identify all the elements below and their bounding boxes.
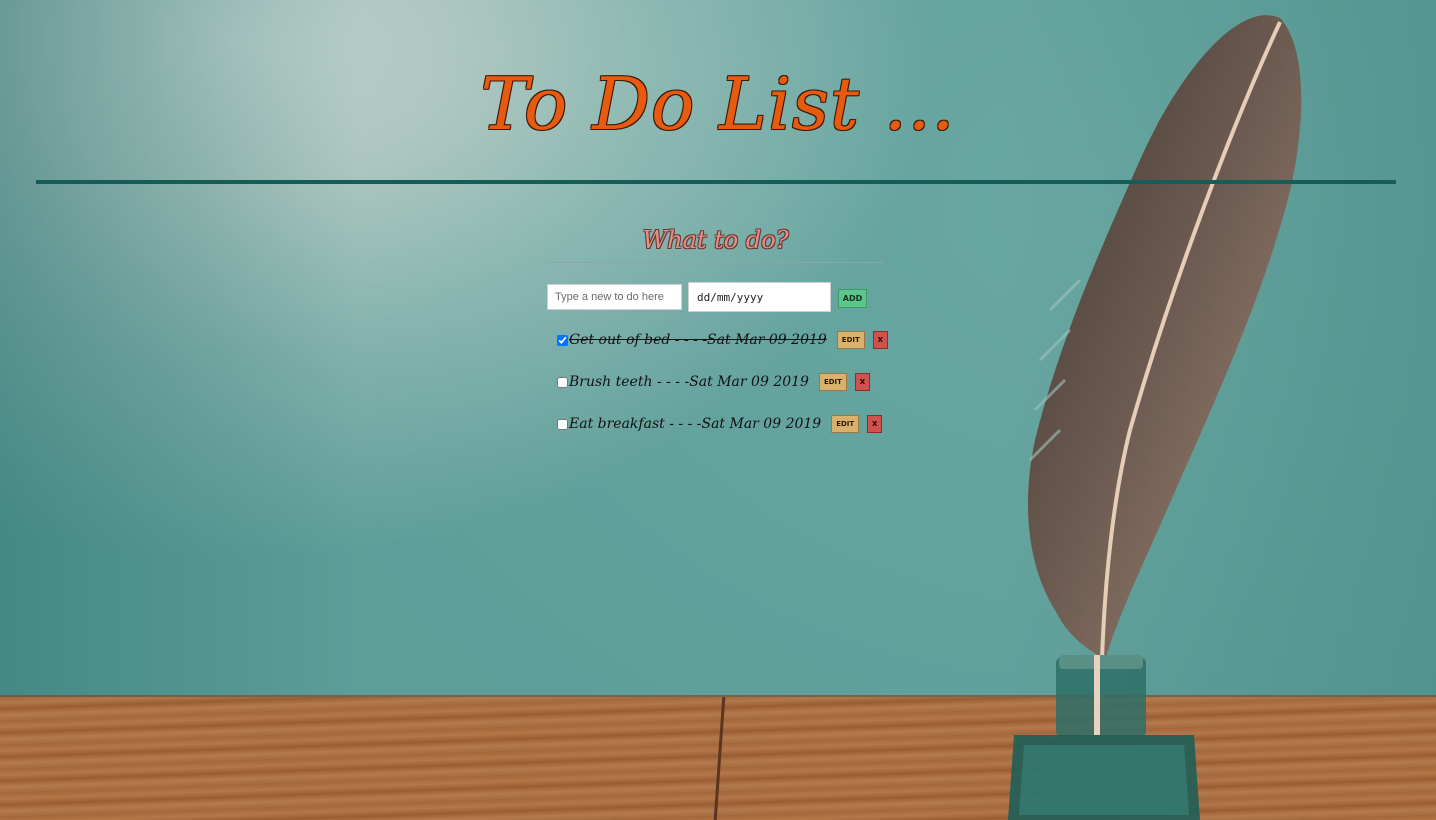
title-divider <box>36 180 1396 184</box>
todo-item: Brush teeth - - - -Sat Mar 09 2019 EDIT … <box>557 371 870 393</box>
inkwell-image <box>1008 655 1200 820</box>
todo-checkbox[interactable] <box>557 376 568 388</box>
delete-button[interactable]: X <box>872 331 888 349</box>
edit-button[interactable]: EDIT <box>818 373 847 391</box>
todo-item: Get out of bed - - - -Sat Mar 09 2019 ED… <box>557 329 888 351</box>
todo-checkbox[interactable] <box>557 334 568 346</box>
delete-button[interactable]: X <box>854 373 870 391</box>
todo-checkbox[interactable] <box>557 418 568 430</box>
due-date-input[interactable]: dd/mm/yyyy <box>688 282 831 312</box>
date-placeholder: dd/mm/yyyy <box>697 290 764 304</box>
add-task-button[interactable]: ADD <box>838 289 867 308</box>
delete-button[interactable]: X <box>867 415 883 433</box>
edit-button[interactable]: EDIT <box>831 415 860 433</box>
new-task-input[interactable] <box>547 284 682 310</box>
todo-text: Get out of bed - - - -Sat Mar 09 2019 <box>569 332 827 348</box>
todo-text: Eat breakfast - - - -Sat Mar 09 2019 <box>569 416 822 432</box>
form-heading-divider <box>547 262 884 263</box>
todo-item: Eat breakfast - - - -Sat Mar 09 2019 EDI… <box>557 413 883 435</box>
form-heading: What to do? <box>642 226 789 254</box>
page-title: To Do List ... <box>480 62 956 146</box>
todo-text: Brush teeth - - - -Sat Mar 09 2019 <box>569 374 809 390</box>
edit-button[interactable]: EDIT <box>836 331 865 349</box>
